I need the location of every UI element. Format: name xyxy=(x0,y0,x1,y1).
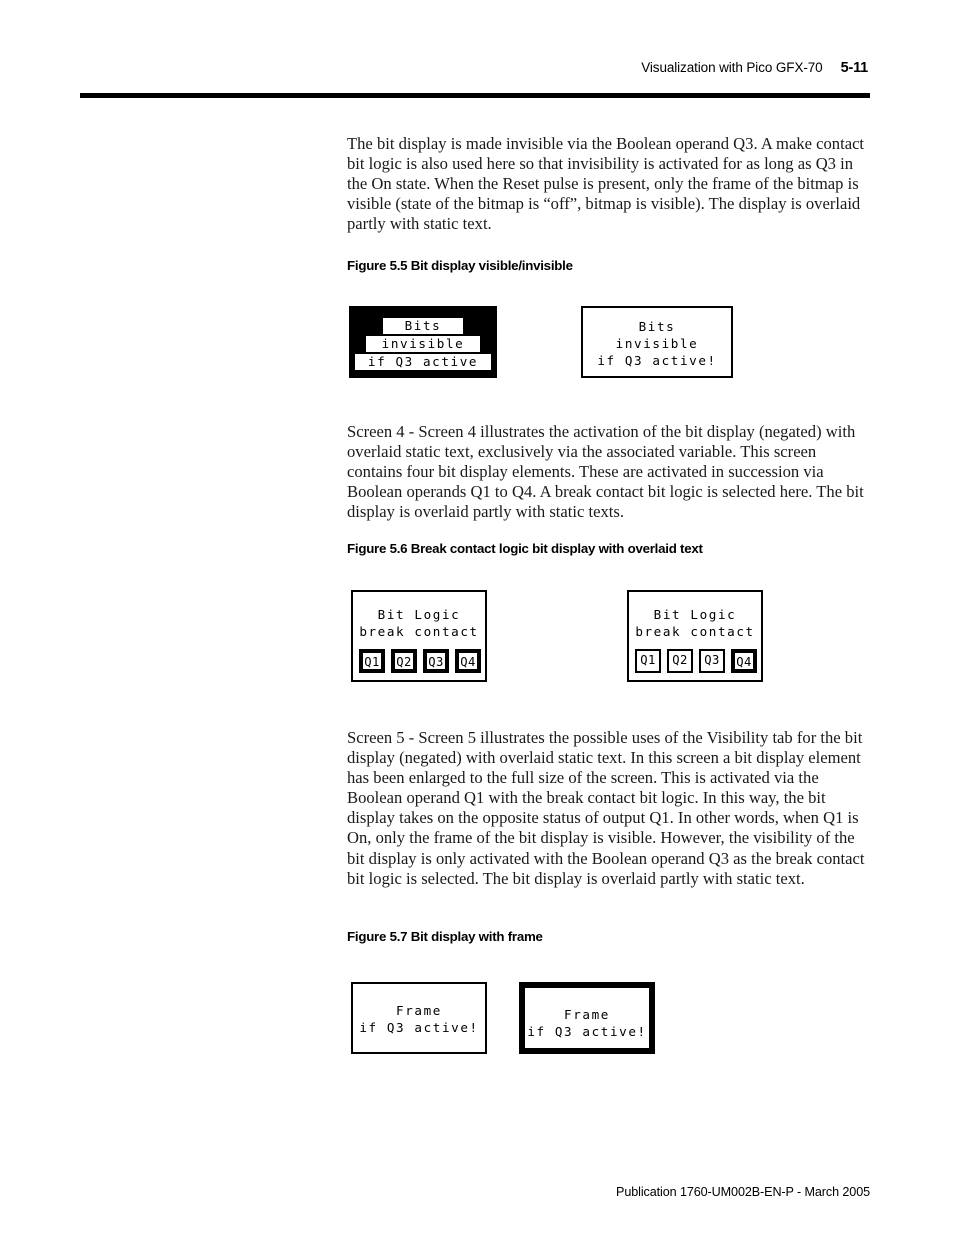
q-box-q4: Q4 xyxy=(731,649,757,673)
lcd-line: if Q3 active xyxy=(355,354,491,370)
lcd-line: Frame xyxy=(396,1003,442,1018)
lcd-display-bits-invisible-inverted: Bits invisible if Q3 active xyxy=(349,306,497,378)
paragraph-bit-display-invisible: The bit display is made invisible via th… xyxy=(347,134,865,234)
lcd-line: if Q3 active! xyxy=(527,1024,647,1039)
q-box-row: Q1 Q2 Q3 Q4 xyxy=(359,649,481,673)
lcd-display-bit-logic-all-active: Bit Logic break contact Q1 Q2 Q3 Q4 xyxy=(351,590,487,682)
figure-5-5-caption: Figure 5.5 Bit display visible/invisible xyxy=(347,258,573,273)
lcd-display-bits-invisible-normal: Bits invisible if Q3 active! xyxy=(581,306,733,378)
header-text-group: Visualization with Pico GFX-70 5-11 xyxy=(641,60,868,76)
q-box-q2: Q2 xyxy=(391,649,417,673)
q-box-q2: Q2 xyxy=(667,649,693,673)
q-box-row: Q1 Q2 Q3 Q4 xyxy=(635,649,757,673)
q-box-q1: Q1 xyxy=(635,649,661,673)
q-box-q3: Q3 xyxy=(699,649,725,673)
lcd-display-bit-logic-q4-active: Bit Logic break contact Q1 Q2 Q3 Q4 xyxy=(627,590,763,682)
figure-5-7-caption: Figure 5.7 Bit display with frame xyxy=(347,929,543,944)
lcd-display-frame-thin: Frame if Q3 active! xyxy=(351,982,487,1054)
lcd-line: break contact xyxy=(635,624,755,639)
lcd-line: invisible xyxy=(615,336,699,351)
q-box-q1: Q1 xyxy=(359,649,385,673)
paragraph-screen-5: Screen 5 - Screen 5 illustrates the poss… xyxy=(347,728,865,888)
lcd-line: Frame xyxy=(564,1007,610,1022)
page-header: Visualization with Pico GFX-70 5-11 xyxy=(0,0,954,110)
paragraph-screen-4: Screen 4 - Screen 4 illustrates the acti… xyxy=(347,422,864,522)
lcd-line: Bit Logic xyxy=(377,607,461,622)
q-box-q4: Q4 xyxy=(455,649,481,673)
header-rule xyxy=(80,93,870,98)
lcd-line: if Q3 active! xyxy=(597,353,717,368)
q-box-q3: Q3 xyxy=(423,649,449,673)
lcd-line: Bits xyxy=(383,318,463,334)
page-number: 5-11 xyxy=(840,60,869,76)
running-head-title: Visualization with Pico GFX-70 xyxy=(641,60,823,75)
lcd-line: Bit Logic xyxy=(653,607,737,622)
lcd-line: invisible xyxy=(366,336,480,352)
lcd-display-frame-thick: Frame if Q3 active! xyxy=(519,982,655,1054)
lcd-line: Bits xyxy=(638,319,676,334)
lcd-line: break contact xyxy=(359,624,479,639)
lcd-line: if Q3 active! xyxy=(359,1020,479,1035)
publication-footer: Publication 1760-UM002B-EN-P - March 200… xyxy=(616,1185,870,1199)
figure-5-6-caption: Figure 5.6 Break contact logic bit displ… xyxy=(347,541,703,556)
